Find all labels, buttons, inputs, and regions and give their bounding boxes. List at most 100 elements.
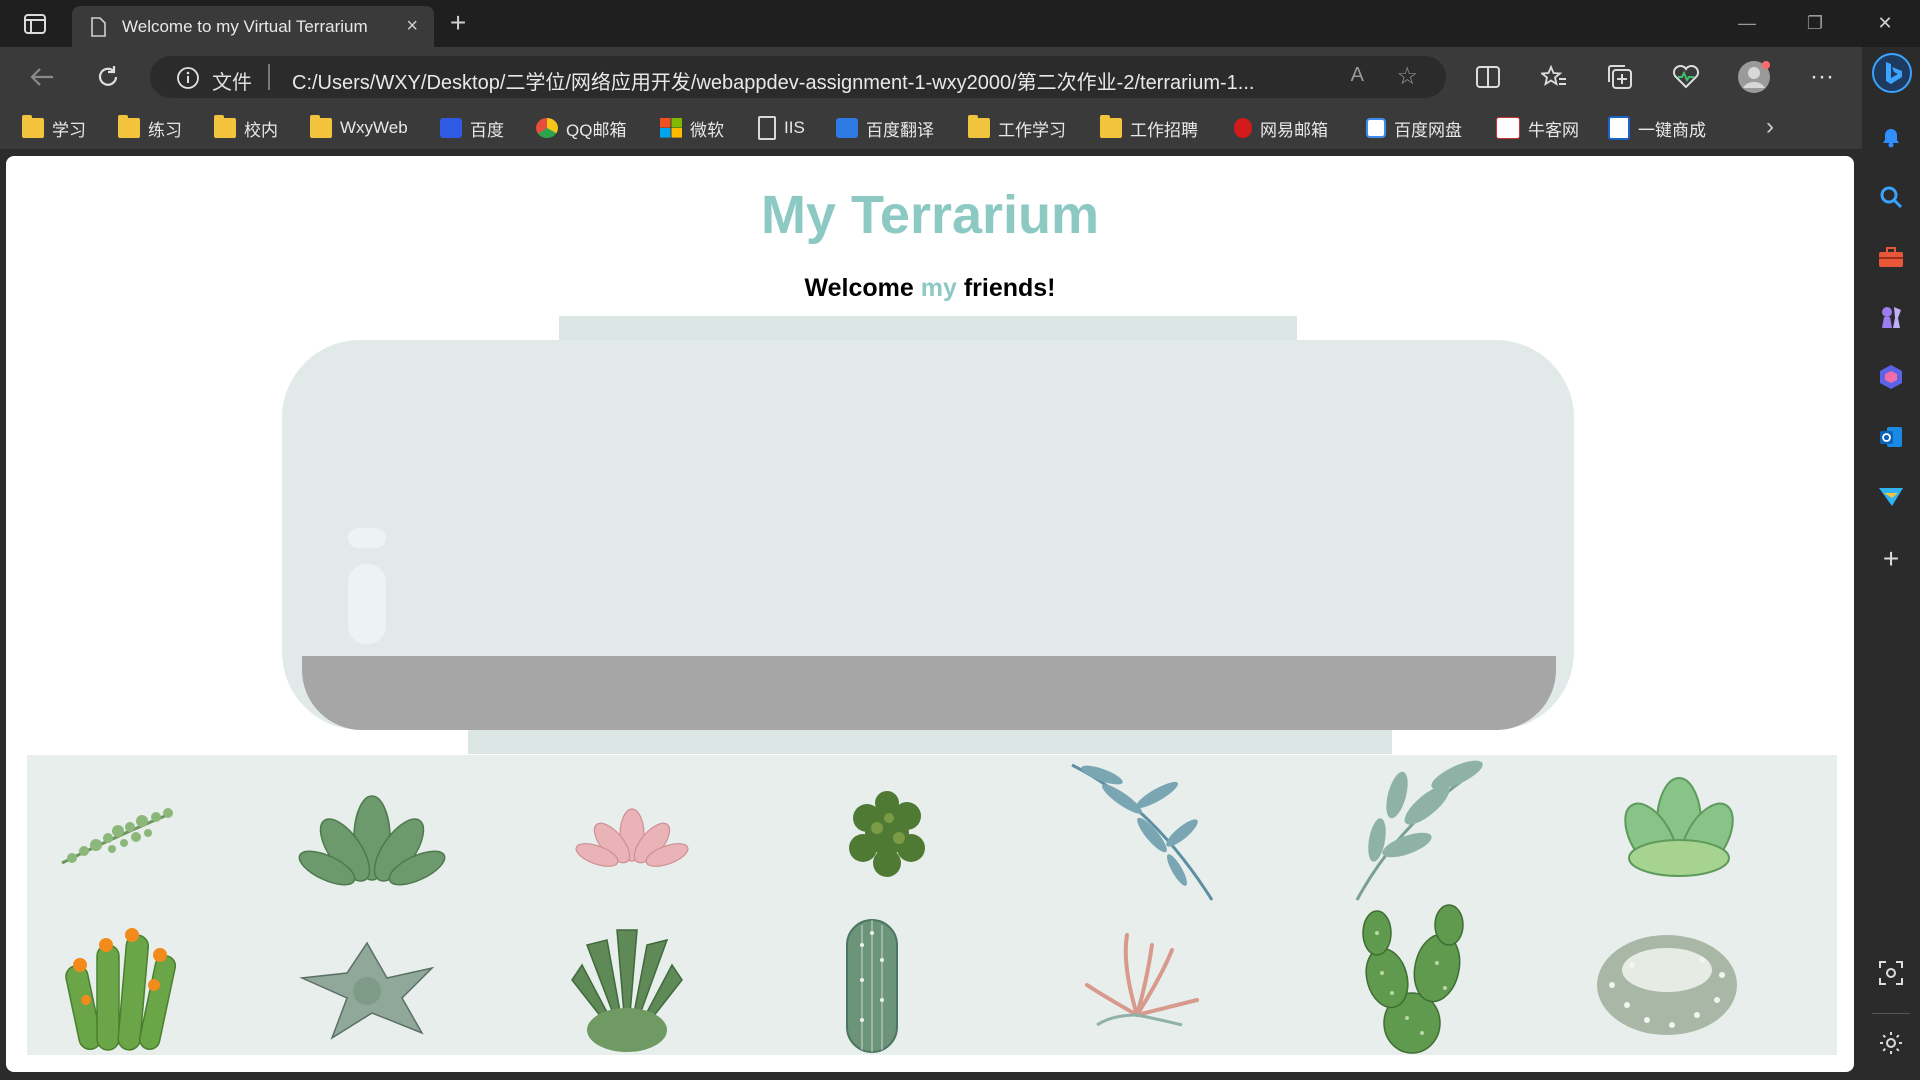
bookmark-item[interactable]: 网易邮箱	[1234, 115, 1328, 141]
bookmark-label: IIS	[784, 118, 805, 137]
bookmark-label: 百度	[470, 120, 504, 140]
bookmark-item[interactable]: 工作学习	[968, 115, 1066, 141]
bookmark-label: WxyWeb	[340, 118, 408, 137]
browser-essentials-icon[interactable]	[1668, 61, 1704, 93]
notification-bell-icon[interactable]	[1877, 123, 1905, 151]
read-aloud-icon[interactable]: A	[1351, 64, 1364, 87]
bookmark-item[interactable]: 百度	[440, 115, 504, 141]
page-icon	[758, 116, 776, 140]
outlook-icon[interactable]	[1877, 423, 1905, 451]
bookmark-item[interactable]: 百度翻译	[836, 115, 934, 141]
screenshot-capture-icon[interactable]	[1877, 959, 1905, 987]
restore-icon[interactable]: ❐	[1792, 6, 1838, 40]
plant-7[interactable]	[1599, 760, 1759, 895]
folder-icon	[310, 115, 332, 138]
bookmark-item[interactable]: 学习	[22, 115, 86, 141]
plant-3[interactable]	[552, 765, 712, 900]
bookmark-item[interactable]: 百度网盘	[1366, 115, 1462, 141]
baidu-icon	[440, 118, 462, 138]
minimize-icon[interactable]: —	[1724, 6, 1770, 40]
plant-13[interactable]	[1337, 903, 1487, 1055]
welcome-heading: Welcome my friends!	[6, 274, 1854, 303]
bookmark-item[interactable]: WxyWeb	[310, 115, 408, 141]
jar-glossy-long	[348, 564, 386, 644]
plant-12[interactable]	[1082, 925, 1202, 1035]
games-chess-icon[interactable]	[1877, 303, 1905, 331]
plant-10[interactable]	[557, 910, 697, 1055]
page-title: My Terrarium	[760, 185, 1100, 245]
plant-1[interactable]	[42, 765, 202, 900]
more-options-icon[interactable]: ···	[1804, 61, 1840, 93]
bookmark-item[interactable]: QQ邮箱	[536, 115, 626, 141]
scheme-label: 文件	[212, 72, 252, 94]
divider	[268, 64, 270, 90]
plant-11[interactable]	[807, 905, 937, 1055]
welcome-text: Welcome	[804, 274, 921, 302]
welcome-accent-text: my	[920, 274, 957, 302]
bookmark-item[interactable]: IIS	[758, 115, 805, 141]
welcome-text: friends!	[956, 274, 1056, 302]
url-text[interactable]: C:/Users/WXY/Desktop/二学位/网络应用开发/webappde…	[292, 66, 1342, 95]
plant-4[interactable]	[807, 765, 967, 900]
baidu-translate-icon	[836, 118, 858, 138]
bookmark-item[interactable]: 校内	[214, 115, 278, 141]
bookmark-label: 微软	[690, 120, 724, 140]
browser-tab[interactable]: Welcome to my Virtual Terrarium ×	[72, 6, 434, 47]
bookmark-label: 学习	[52, 120, 86, 140]
info-icon[interactable]	[176, 66, 200, 90]
back-icon[interactable]	[24, 61, 60, 93]
baidu-netdisk-icon	[1366, 118, 1386, 138]
favorite-star-icon[interactable]: ☆	[1396, 62, 1418, 91]
tab-close-icon[interactable]: ×	[406, 16, 418, 36]
tab-title: Welcome to my Virtual Terrarium	[122, 16, 368, 36]
bookmark-item[interactable]: 练习	[118, 115, 182, 141]
plant-5[interactable]	[1062, 755, 1242, 905]
folder-icon	[22, 115, 44, 138]
folder-icon	[1100, 115, 1122, 138]
refresh-icon[interactable]	[90, 61, 126, 93]
bookmark-label: 工作招聘	[1130, 120, 1198, 140]
bookmark-label: 工作学习	[998, 120, 1066, 140]
dirt	[302, 656, 1556, 730]
bookmark-label: 网易邮箱	[1260, 120, 1328, 140]
plant-8[interactable]	[42, 905, 192, 1055]
bookmark-label: 百度翻译	[866, 120, 934, 140]
favorites-icon[interactable]	[1536, 61, 1572, 93]
qqmail-icon	[536, 118, 558, 138]
bing-chat-icon[interactable]	[1872, 53, 1912, 93]
netease-mail-icon	[1234, 118, 1252, 138]
plant-14[interactable]	[1592, 915, 1742, 1045]
page-icon	[91, 16, 106, 37]
nowcoder-icon	[1496, 117, 1520, 139]
microsoft-365-icon[interactable]	[1877, 363, 1905, 391]
plant-6[interactable]	[1337, 755, 1497, 905]
plant-9[interactable]	[292, 915, 442, 1050]
bookmarks-overflow-chevron-icon[interactable]: ›	[1766, 113, 1774, 141]
microsoft-icon	[660, 118, 682, 138]
bookmark-label: 校内	[244, 120, 278, 140]
yijian-icon	[1608, 116, 1630, 140]
drop-send-icon[interactable]	[1877, 483, 1905, 511]
page-viewport: My Terrarium Welcome my friends!	[6, 156, 1854, 1072]
folder-icon	[214, 115, 236, 138]
bookmark-item[interactable]: 牛客网	[1496, 115, 1579, 141]
folder-icon	[118, 115, 140, 138]
address-bar[interactable]: 文件 C:/Users/WXY/Desktop/二学位/网络应用开发/webap…	[150, 56, 1446, 98]
bookmark-label: 牛客网	[1528, 120, 1579, 140]
tab-actions-icon[interactable]	[18, 10, 52, 38]
split-screen-icon[interactable]	[1470, 61, 1506, 93]
add-sidebar-app-icon[interactable]: +	[1877, 543, 1905, 574]
search-icon[interactable]	[1877, 183, 1905, 211]
jar-bottom	[468, 730, 1392, 754]
bookmark-item[interactable]: 工作招聘	[1100, 115, 1198, 141]
profile-avatar[interactable]	[1736, 61, 1772, 93]
close-window-icon[interactable]: ✕	[1862, 6, 1908, 40]
sidebar-settings-gear-icon[interactable]	[1877, 1029, 1905, 1057]
bookmark-item[interactable]: 一键商成	[1608, 115, 1706, 141]
plant-2[interactable]	[292, 765, 452, 900]
collections-icon[interactable]	[1602, 61, 1638, 93]
new-tab-button[interactable]: +	[442, 8, 474, 40]
bookmark-item[interactable]: 微软	[660, 115, 724, 141]
bookmark-label: 一键商成	[1638, 120, 1706, 140]
tools-briefcase-icon[interactable]	[1877, 243, 1905, 271]
